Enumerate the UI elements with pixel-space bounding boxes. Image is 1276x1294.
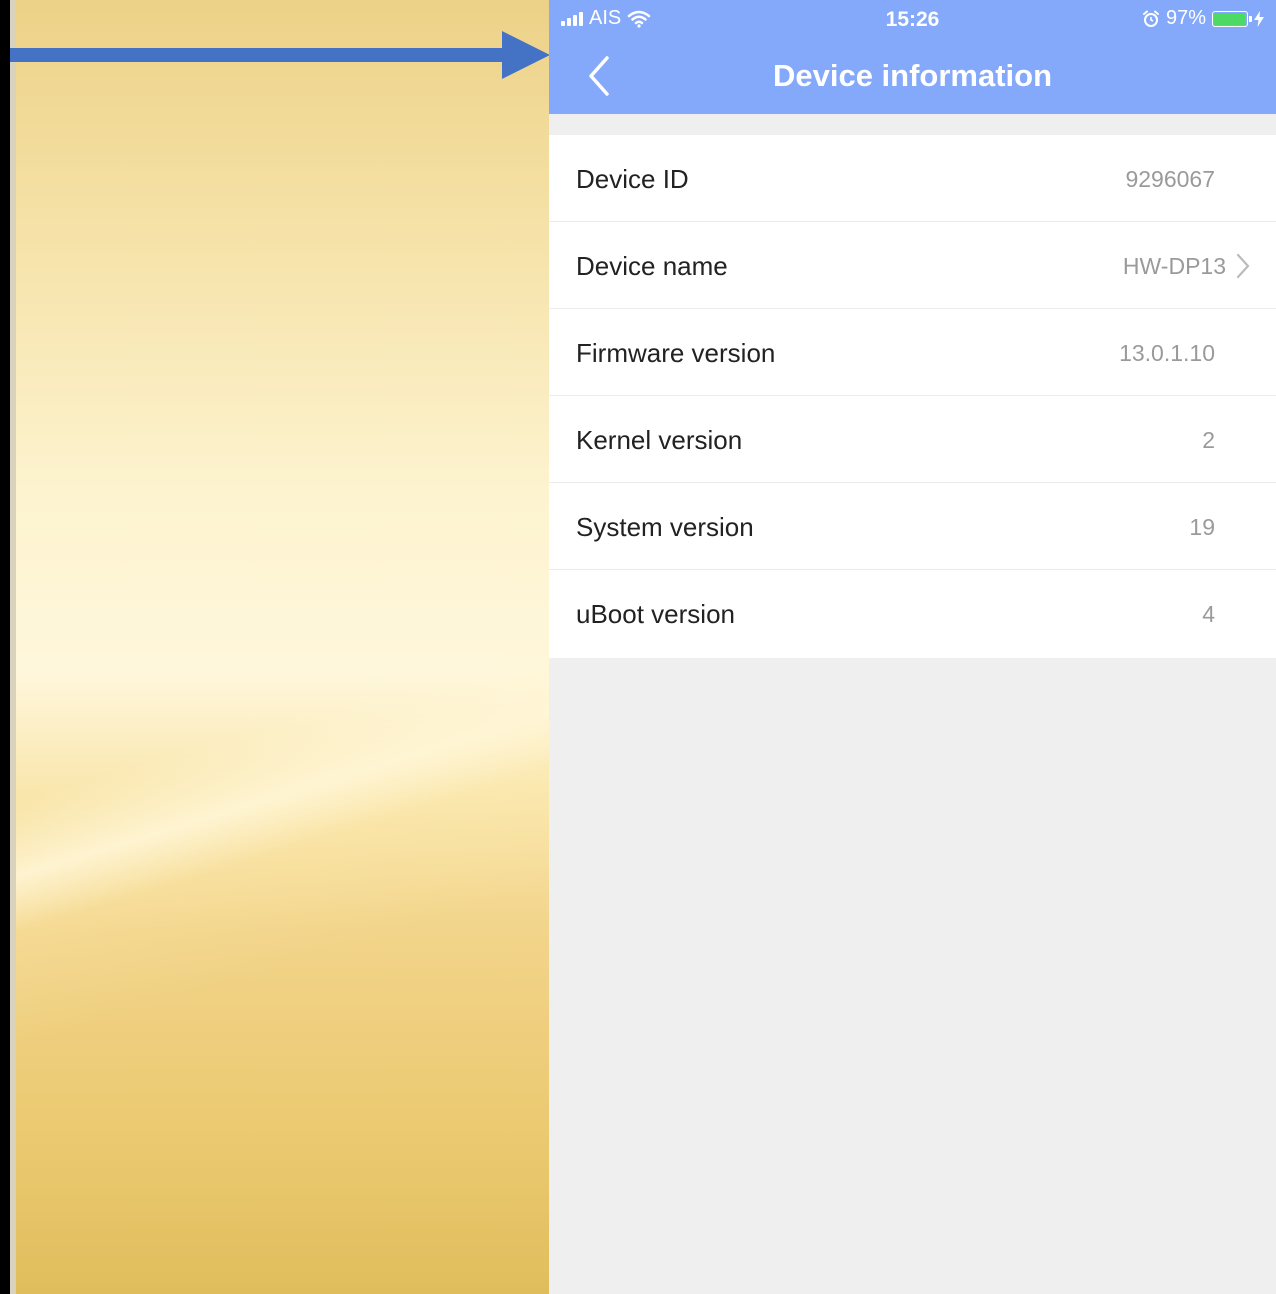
row-label: Firmware version [576,338,776,368]
row-kernel-version: Kernel version 2 [549,396,1276,483]
row-value: 4 [1202,601,1215,627]
row-value: 2 [1202,427,1215,453]
battery-percent: 97% [1165,7,1206,29]
annotation-arrow-icon [10,31,550,79]
status-right: 97% [1142,7,1264,30]
row-system-version: System version 19 [549,483,1276,570]
row-label: Device ID [576,164,689,194]
row-label: Kernel version [576,425,743,455]
wallpaper-panel [10,0,549,1294]
navigation-bar: Device information [549,40,1276,114]
device-info-list: Device ID 9296067 Device name HW-DP13 Fi… [549,135,1276,658]
row-value: 19 [1189,514,1215,540]
row-label: uBoot version [576,599,735,629]
row-uboot-version: uBoot version 4 [549,570,1276,658]
charging-bolt-icon [1254,10,1264,27]
chevron-right-icon [1236,253,1250,279]
alarm-icon [1142,10,1159,27]
battery-icon [1212,10,1252,27]
row-device-name[interactable]: Device name HW-DP13 [549,222,1276,309]
page-title: Device information [772,58,1053,93]
row-label: Device name [576,251,728,281]
panel-divider [10,0,16,1294]
row-device-id: Device ID 9296067 [549,135,1276,222]
phone-screen: AIS 15:26 97% Device information Device … [549,0,1276,1294]
row-label: System version [576,512,754,542]
row-value: HW-DP13 [1122,253,1226,279]
row-firmware-version: Firmware version 13.0.1.10 [549,309,1276,396]
battery-fill [1214,12,1245,25]
row-value: 13.0.1.10 [1119,340,1215,366]
status-bar: AIS 15:26 97% [549,0,1276,40]
row-value: 9296067 [1125,166,1215,192]
